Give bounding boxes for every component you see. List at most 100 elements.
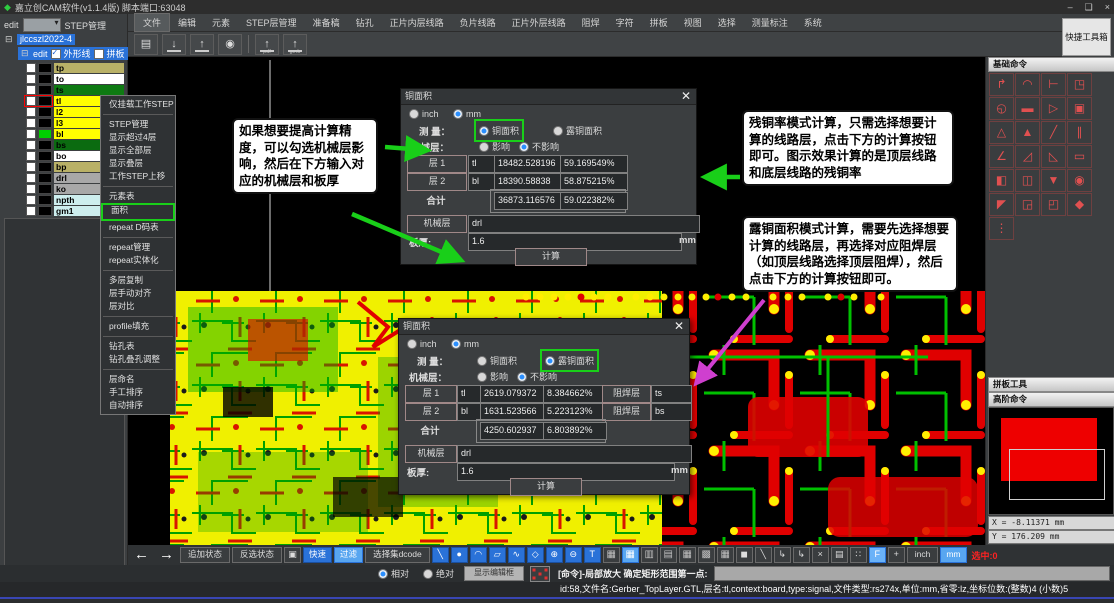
f-mode-icon[interactable]: F bbox=[869, 547, 886, 563]
append-state-button[interactable]: 追加状态 bbox=[180, 547, 230, 563]
layer-visibility-checkbox[interactable] bbox=[26, 107, 36, 117]
context-menu-item-钻孔叠孔调整[interactable]: 钻孔叠孔调整 bbox=[101, 353, 175, 366]
layer2-button[interactable]: 层 2 bbox=[405, 403, 457, 421]
relative-radio[interactable]: 相对 bbox=[378, 567, 409, 580]
context-menu-item-工作STEP上移[interactable]: 工作STEP上移 bbox=[101, 170, 175, 183]
menu-item-2[interactable]: 编辑 bbox=[170, 14, 204, 31]
zoom-in-icon[interactable]: ⊕ bbox=[546, 547, 563, 563]
grid-icon-4[interactable]: ▤ bbox=[660, 547, 677, 563]
layer-visibility-checkbox[interactable] bbox=[26, 162, 36, 172]
layer1-button[interactable]: 层 1 bbox=[407, 155, 467, 173]
copy-corner-icon[interactable]: ◳ bbox=[1067, 73, 1092, 96]
mech-layer-field[interactable]: drl bbox=[457, 445, 692, 463]
arc-seg-icon[interactable]: ◿ bbox=[1015, 145, 1040, 168]
line-diag-icon[interactable]: ╱ bbox=[1041, 121, 1066, 144]
mech-affect-radio[interactable]: 影响 bbox=[479, 140, 510, 153]
context-menu-item-层对比[interactable]: 层对比 bbox=[101, 300, 175, 313]
calculate-button[interactable]: 计算 bbox=[510, 478, 582, 496]
layer1-mask-button[interactable]: 阻焊层 bbox=[602, 385, 651, 403]
draw-spline-icon[interactable]: ∿ bbox=[508, 547, 525, 563]
mech-layer-button[interactable]: 机械层 bbox=[405, 445, 457, 463]
unit-mm-radio[interactable]: mm bbox=[451, 339, 479, 349]
draw-polygon-icon[interactable]: ▱ bbox=[489, 547, 506, 563]
context-menu-item-显示全部层[interactable]: 显示全部层 bbox=[101, 144, 175, 157]
layer-color-swatch[interactable] bbox=[38, 85, 52, 95]
menu-item-14[interactable]: 选择 bbox=[710, 14, 744, 31]
save-icon[interactable]: ▤ bbox=[134, 34, 158, 55]
layer-color-swatch[interactable] bbox=[38, 195, 52, 205]
grid-icon-5[interactable]: ▦ bbox=[679, 547, 696, 563]
snap-off-icon[interactable]: × bbox=[812, 547, 829, 563]
layer-visibility-checkbox[interactable] bbox=[26, 118, 36, 128]
context-menu-item-repeat实体化[interactable]: repeat实体化 bbox=[101, 254, 175, 267]
measure-exposed-radio[interactable]: 露铜面积 bbox=[553, 124, 602, 137]
layer-visibility-checkbox[interactable] bbox=[26, 63, 36, 73]
context-menu-item-手工排序[interactable]: 手工排序 bbox=[101, 386, 175, 399]
layer-row-tp[interactable]: tp bbox=[24, 62, 124, 73]
measure-icon[interactable]: ◇ bbox=[527, 547, 544, 563]
pad-icon[interactable]: ▬ bbox=[1015, 97, 1040, 120]
close-icon[interactable]: ✕ bbox=[674, 319, 684, 334]
layer-color-swatch[interactable] bbox=[38, 184, 52, 194]
outline-checkbox[interactable] bbox=[51, 49, 61, 59]
menu-item-3[interactable]: 元素 bbox=[204, 14, 238, 31]
calculate-button[interactable]: 计算 bbox=[515, 248, 587, 266]
fill-mode-icon[interactable]: ◼ bbox=[736, 547, 753, 563]
move-vertex-icon[interactable]: ↱ bbox=[989, 73, 1014, 96]
draw-arc-icon[interactable]: ◠ bbox=[470, 547, 487, 563]
layer-color-swatch[interactable] bbox=[38, 129, 52, 139]
unit-inch-button[interactable]: inch bbox=[907, 547, 939, 563]
mech-noaffect-radio[interactable]: 不影响 bbox=[517, 370, 557, 383]
layer-row-ts[interactable]: ts bbox=[24, 84, 124, 95]
grid-icon-1[interactable]: ▦ bbox=[603, 547, 620, 563]
layer2-mask-button[interactable]: 阻焊层 bbox=[602, 403, 651, 421]
crosshair-icon[interactable]: + bbox=[888, 547, 905, 563]
layer-visibility-checkbox[interactable] bbox=[26, 96, 36, 106]
context-menu-item-显示叠层[interactable]: 显示叠层 bbox=[101, 157, 175, 170]
menu-item-10[interactable]: 阻焊 bbox=[574, 14, 608, 31]
step-manage-button[interactable]: STEP管理 bbox=[65, 19, 107, 32]
copy-mode-icon[interactable]: ▣ bbox=[284, 547, 301, 563]
layer-color-swatch[interactable] bbox=[38, 162, 52, 172]
forward-arrow-button[interactable]: → bbox=[155, 546, 178, 564]
quick-toolbox-button[interactable]: 快捷工具箱 bbox=[1062, 18, 1111, 56]
layer-visibility-checkbox[interactable] bbox=[26, 184, 36, 194]
layer-color-swatch[interactable] bbox=[38, 140, 52, 150]
grid-icon-7[interactable]: ▦ bbox=[717, 547, 734, 563]
layer-visibility-checkbox[interactable] bbox=[26, 151, 36, 161]
mech-noaffect-radio[interactable]: 不影响 bbox=[519, 140, 559, 153]
menu-item-8[interactable]: 负片线路 bbox=[452, 14, 504, 31]
angle-up-icon[interactable]: △ bbox=[989, 121, 1014, 144]
mirror-f-icon[interactable]: ⊢ bbox=[1041, 73, 1066, 96]
close-icon[interactable]: ✕ bbox=[681, 89, 691, 104]
snap-end-icon[interactable]: ↳ bbox=[774, 547, 791, 563]
zoom-out-icon[interactable]: ⊖ bbox=[565, 547, 582, 563]
menu-item-15[interactable]: 测量标注 bbox=[744, 14, 796, 31]
measure-copper-radio[interactable]: 铜面积 bbox=[479, 124, 519, 137]
mech-layer-button[interactable]: 机械层 bbox=[407, 215, 467, 233]
context-menu-item-repeat D码表[interactable]: repeat D码表 bbox=[101, 221, 175, 234]
selection-set-dcode-button[interactable]: 选择集dcode bbox=[365, 547, 430, 563]
context-menu-item-元素表[interactable]: 元素表 bbox=[101, 190, 175, 203]
unit-mm-button[interactable]: mm bbox=[940, 547, 966, 563]
layer-color-swatch[interactable] bbox=[38, 107, 52, 117]
layer-color-swatch[interactable] bbox=[38, 118, 52, 128]
filter-t-icon[interactable]: ▼ bbox=[1041, 169, 1066, 192]
selected-count[interactable]: 选中:0 bbox=[969, 549, 1001, 562]
layer-visibility-checkbox[interactable] bbox=[26, 140, 36, 150]
copy-shape-icon[interactable]: ◫ bbox=[1015, 169, 1040, 192]
angle-wide-icon[interactable]: ▲ bbox=[1015, 121, 1040, 144]
snap-mid-icon[interactable]: ↳ bbox=[793, 547, 810, 563]
layer-color-swatch[interactable] bbox=[38, 206, 52, 216]
rotate-icon[interactable]: ◉ bbox=[1067, 169, 1092, 192]
absolute-radio[interactable]: 绝对 bbox=[423, 567, 454, 580]
menu-item-5[interactable]: 准备稿 bbox=[305, 14, 348, 31]
invert-selection-button[interactable]: 反选状态 bbox=[232, 547, 282, 563]
arc-flat-icon[interactable]: ◺ bbox=[1041, 145, 1066, 168]
delete-icon[interactable]: ▣ bbox=[1067, 97, 1092, 120]
filter-button[interactable]: 过滤 bbox=[334, 547, 363, 563]
export-pdf-icon[interactable]: ↑pdf bbox=[255, 34, 279, 55]
context-menu-item-仅挂载工作STEP[interactable]: 仅挂载工作STEP bbox=[101, 98, 175, 111]
measure-exposed-radio[interactable]: 露铜面积 bbox=[545, 354, 594, 367]
context-menu-item-面积[interactable]: 面积 bbox=[101, 203, 175, 221]
